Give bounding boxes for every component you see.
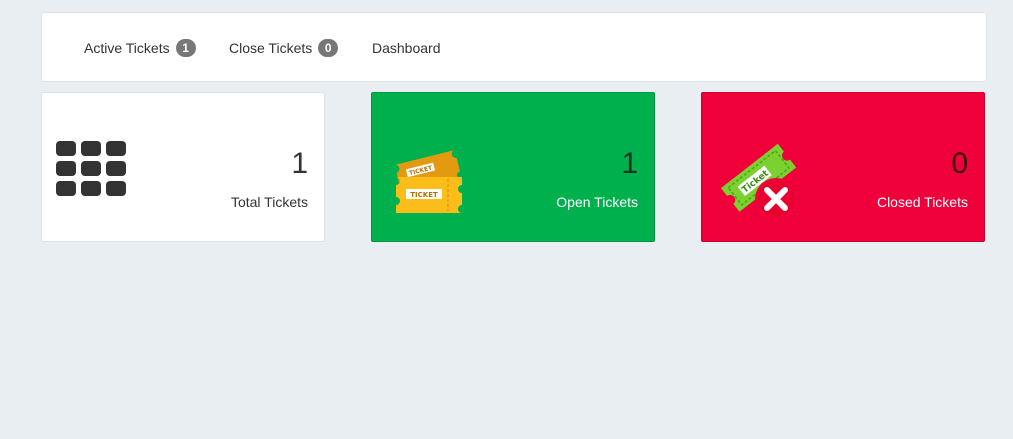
total-tickets-card[interactable]: 1 Total Tickets	[41, 92, 325, 242]
open-tickets-count: 1	[621, 147, 638, 180]
closed-tickets-count: 0	[951, 147, 968, 180]
closed-ticket-icon: Ticket	[716, 141, 802, 221]
total-tickets-label: Total Tickets	[230, 194, 308, 210]
closed-tickets-card[interactable]: Ticket 0 Closed Tickets	[701, 92, 985, 242]
nav-close-tickets[interactable]: Close Tickets 0	[229, 13, 339, 83]
front-ticket-text: TICKET	[410, 191, 438, 199]
nav-dashboard-label: Dashboard	[372, 40, 441, 56]
total-tickets-count: 1	[291, 147, 308, 180]
nav-active-tickets-label: Active Tickets	[84, 40, 170, 56]
closed-tickets-label: Closed Tickets	[876, 194, 968, 210]
active-tickets-badge: 1	[175, 39, 196, 57]
nav-active-tickets[interactable]: Active Tickets 1	[84, 13, 196, 83]
grid-icon	[56, 141, 128, 197]
top-nav: Active Tickets 1 Close Tickets 0 Dashboa…	[41, 12, 987, 82]
open-tickets-label: Open Tickets	[556, 194, 638, 210]
nav-close-tickets-label: Close Tickets	[229, 40, 313, 56]
open-tickets-card[interactable]: TICKET TICKET 1 Open Tickets	[371, 92, 655, 242]
close-tickets-badge: 0	[318, 39, 339, 57]
nav-dashboard[interactable]: Dashboard	[372, 13, 441, 83]
ticket-icon: TICKET TICKET	[392, 143, 466, 217]
